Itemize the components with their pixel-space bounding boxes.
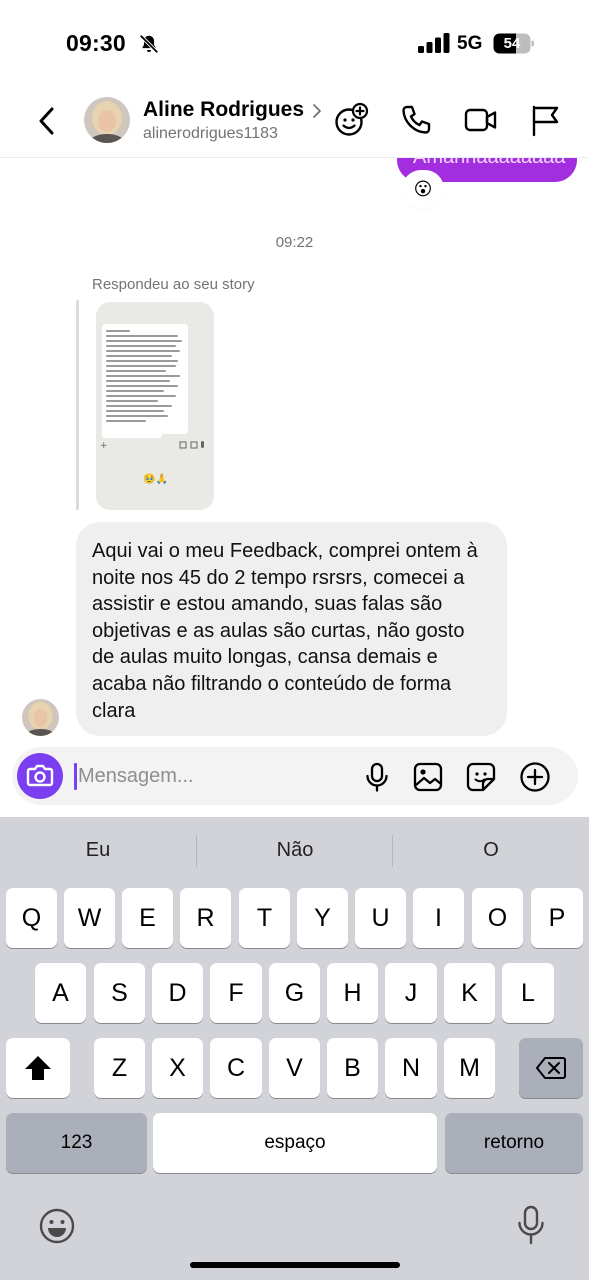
key-c[interactable]: C (210, 1038, 262, 1098)
flag-icon[interactable] (528, 102, 564, 138)
message-list[interactable]: Amanhãaaaaaaa 😮 09:22 Respondeu ao seu s… (0, 158, 589, 746)
story-screenshot-reply (102, 428, 162, 438)
chat-header: Aline Rodrigues alinerodrigues1183 (0, 88, 589, 158)
key-w[interactable]: W (64, 888, 115, 948)
image-icon[interactable] (412, 761, 444, 793)
return-key[interactable]: retorno (445, 1113, 583, 1173)
key-a[interactable]: A (35, 963, 86, 1023)
key-d[interactable]: D (152, 963, 203, 1023)
dictation-mic-icon[interactable] (516, 1205, 546, 1247)
signal-icon (418, 33, 450, 53)
key-g[interactable]: G (269, 963, 320, 1023)
key-o[interactable]: O (472, 888, 523, 948)
back-chevron-icon[interactable] (34, 105, 62, 137)
sender-avatar[interactable] (22, 699, 59, 736)
key-x[interactable]: X (152, 1038, 203, 1098)
bell-slash-icon (139, 34, 159, 54)
suggestion-bar: Eu Não O (0, 817, 589, 885)
text-cursor (74, 763, 77, 790)
story-emoji: 🥹🙏 (143, 474, 168, 485)
story-screenshot (102, 324, 188, 434)
sticker-icon[interactable] (465, 761, 497, 793)
contact-name[interactable]: Aline Rodrigues (143, 98, 304, 122)
svg-text:+: + (100, 441, 108, 450)
key-s[interactable]: S (94, 963, 145, 1023)
camera-button[interactable] (17, 753, 63, 799)
backspace-icon (536, 1057, 566, 1079)
backspace-key[interactable] (519, 1038, 583, 1098)
key-t[interactable]: T (239, 888, 290, 948)
key-z[interactable]: Z (94, 1038, 145, 1098)
key-k[interactable]: K (444, 963, 495, 1023)
key-h[interactable]: H (327, 963, 378, 1023)
key-m[interactable]: M (444, 1038, 495, 1098)
key-l[interactable]: L (502, 963, 554, 1023)
shift-icon (25, 1056, 51, 1080)
key-j[interactable]: J (385, 963, 437, 1023)
key-e[interactable]: E (122, 888, 173, 948)
key-i[interactable]: I (413, 888, 464, 948)
message-timestamp: 09:22 (275, 234, 314, 251)
suggestion-item[interactable]: O (393, 839, 589, 862)
key-u[interactable]: U (355, 888, 406, 948)
chevron-right-icon[interactable] (310, 102, 324, 120)
key-r[interactable]: R (180, 888, 231, 948)
shift-key[interactable] (6, 1038, 70, 1098)
camera-icon (26, 764, 54, 787)
status-bar: 09:30 5G 54 (0, 0, 589, 88)
status-time: 09:30 (66, 30, 126, 56)
received-message[interactable]: Aqui vai o meu Feedback, comprei ontem à… (76, 522, 507, 736)
message-composer (12, 747, 578, 805)
reply-indicator-bar (76, 300, 79, 510)
video-icon[interactable] (463, 102, 499, 138)
microphone-icon[interactable] (361, 761, 393, 793)
key-v[interactable]: V (269, 1038, 320, 1098)
keyboard: Eu Não O Q W E R T Y U I O P A S D F G H… (0, 817, 589, 1280)
suggestion-item[interactable]: Não (197, 839, 393, 862)
numbers-key[interactable]: 123 (6, 1113, 147, 1173)
key-f[interactable]: F (210, 963, 262, 1023)
message-reaction[interactable]: 😮 (404, 172, 442, 206)
plus-circle-icon[interactable] (519, 761, 551, 793)
contact-username: alinerodrigues1183 (143, 125, 278, 142)
battery-level: 54 (503, 35, 521, 52)
suggestion-item[interactable]: Eu (0, 839, 196, 862)
key-q[interactable]: Q (6, 888, 57, 948)
key-p[interactable]: P (531, 888, 583, 948)
key-n[interactable]: N (385, 1038, 437, 1098)
contact-avatar[interactable] (84, 97, 130, 143)
key-y[interactable]: Y (297, 888, 348, 948)
message-input[interactable] (78, 761, 338, 791)
space-key[interactable]: espaço (153, 1113, 437, 1173)
story-toolbar: + (100, 441, 204, 450)
phone-icon[interactable] (398, 102, 434, 138)
emoji-icon[interactable] (38, 1207, 76, 1245)
home-indicator (190, 1262, 400, 1268)
key-b[interactable]: B (327, 1038, 378, 1098)
story-thumbnail[interactable]: + 🥹🙏 (96, 302, 214, 510)
story-reply-label: Respondeu ao seu story (92, 276, 255, 293)
emoji-add-icon[interactable] (333, 102, 369, 138)
network-type: 5G (457, 33, 483, 54)
